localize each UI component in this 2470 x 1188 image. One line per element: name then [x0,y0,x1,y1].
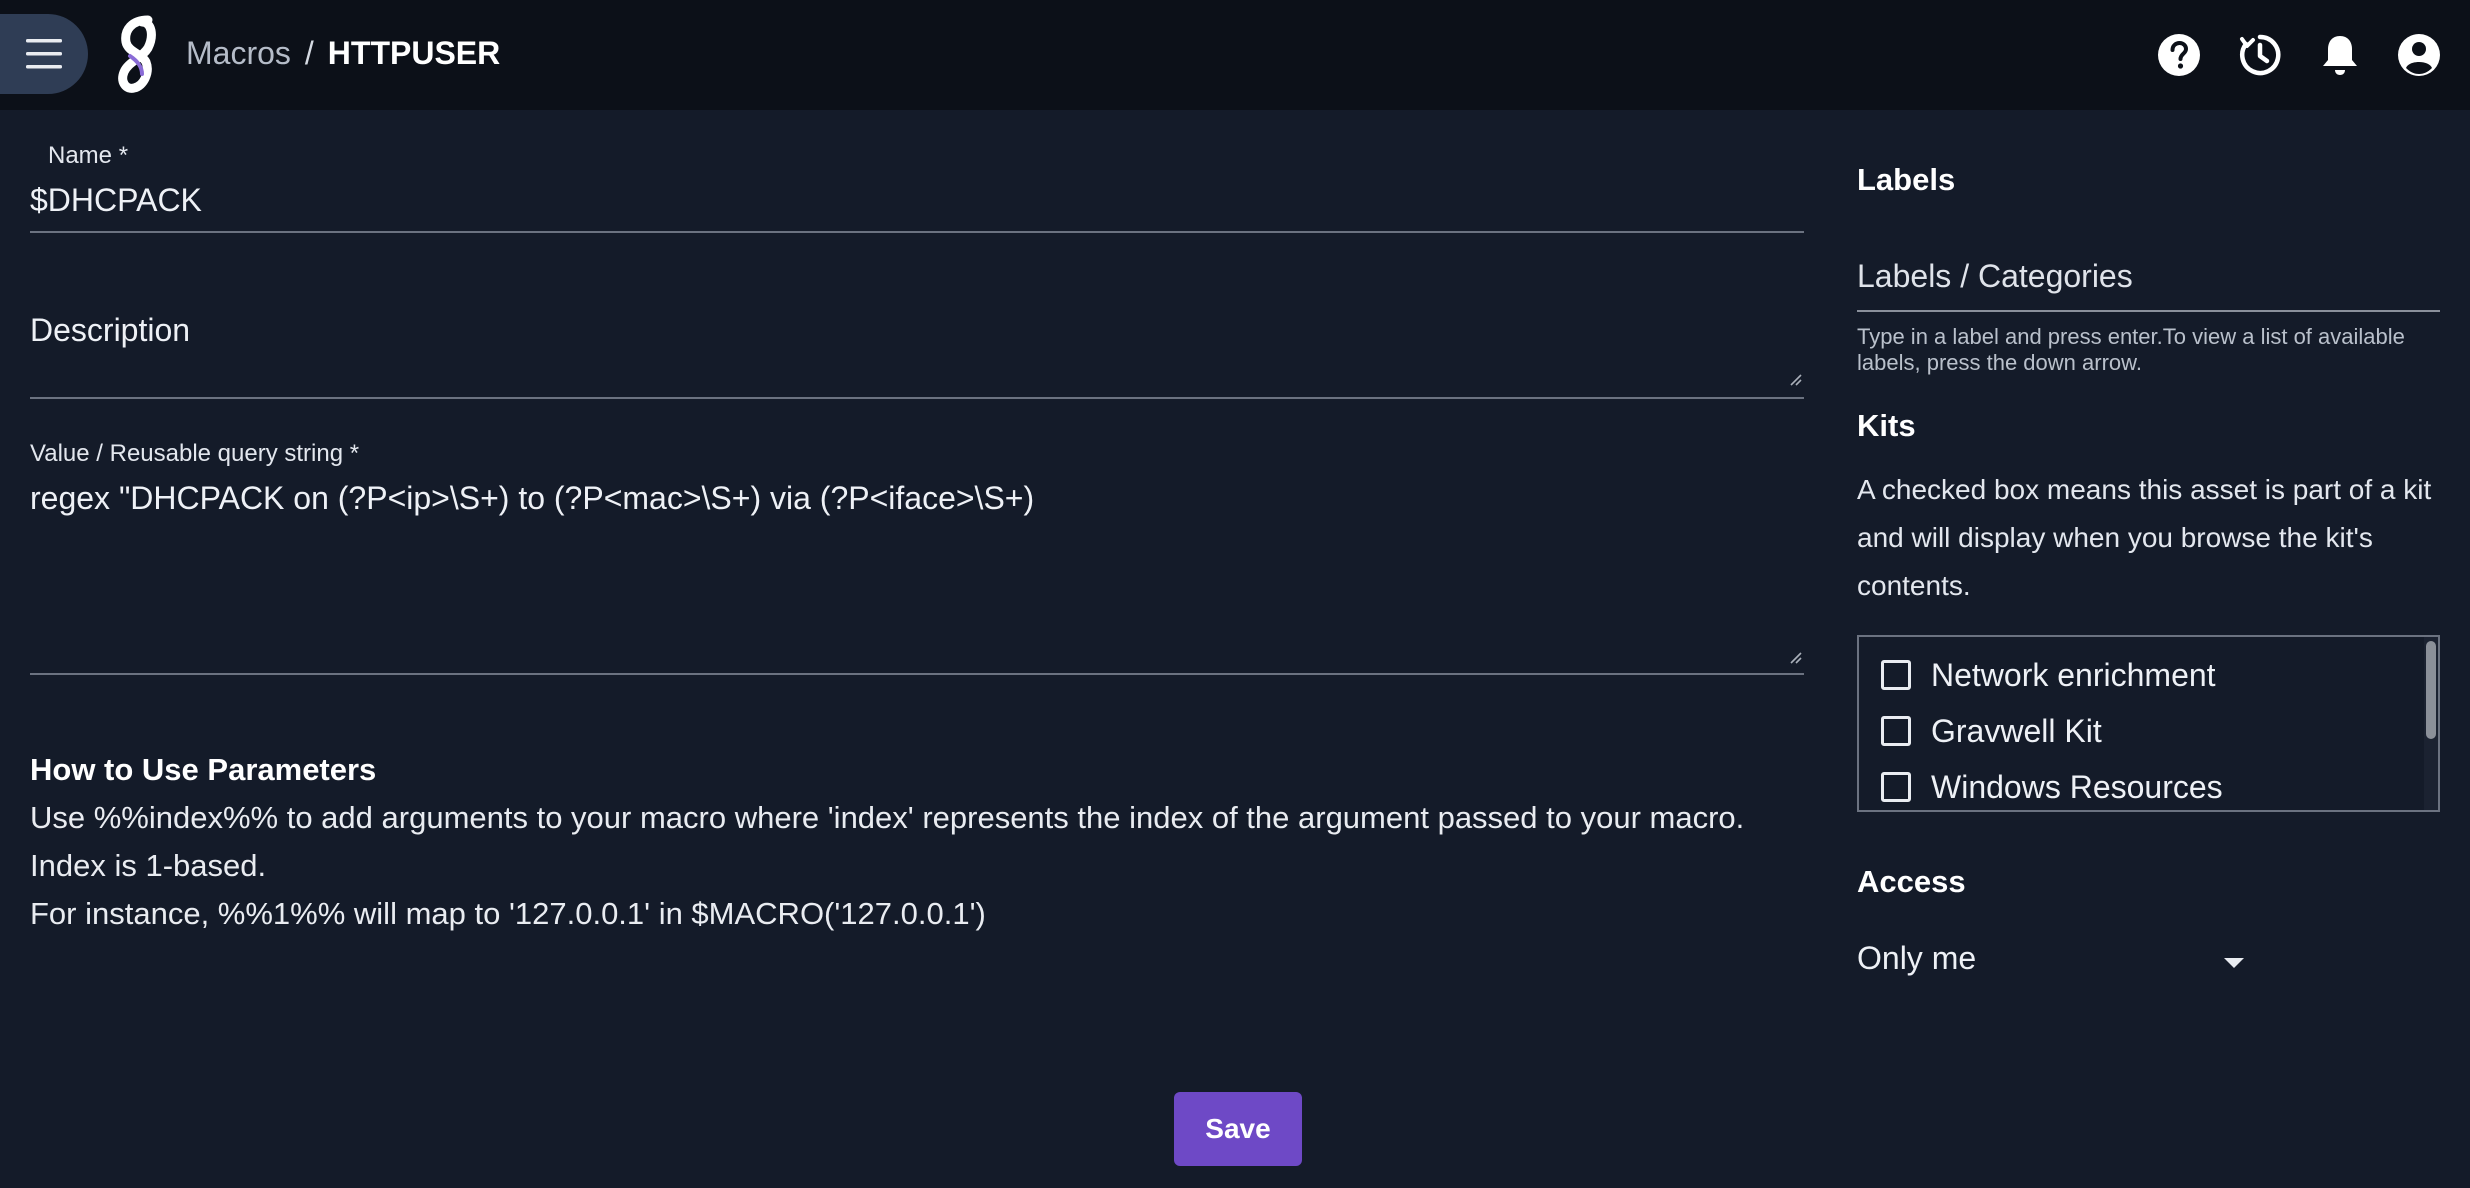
kit-item-label: Gravwell Kit [1931,712,2102,749]
access-section-title: Access [1857,864,1966,899]
checkbox[interactable] [1881,660,1911,690]
help-button[interactable] [2152,28,2206,82]
breadcrumb-macros-link[interactable]: Macros [186,35,291,71]
resize-handle-icon[interactable] [1788,372,1802,386]
account-button[interactable] [2392,28,2446,82]
access-select[interactable]: Only me [1857,940,2257,988]
history-icon [2240,34,2281,76]
parameters-help-line-2: Index is 1-based. [30,848,267,883]
kits-scrollbar[interactable] [2424,637,2438,810]
name-field-underline [30,231,1804,233]
breadcrumb-current: HTTPUSER [327,35,501,71]
labels-input-underline [1857,310,2440,312]
account-icon [2398,34,2440,76]
name-field[interactable]: Name * $DHCPACK [30,140,1804,234]
kit-item-windows-resources[interactable]: Windows Resources [1881,765,2223,809]
query-string-label: Value / Reusable query string * [30,440,360,467]
top-app-bar: Macros / HTTPUSER [0,0,2470,110]
parameters-help-line-3: For instance, %%1%% will map to '127.0.0… [30,896,986,931]
query-string-textarea[interactable]: regex "DHCPACK on (?P<ip>\S+) to (?P<mac… [30,480,1034,517]
name-field-label: Name * [48,142,129,169]
query-string-field[interactable]: Value / Reusable query string * regex "D… [30,440,1804,676]
hamburger-menu-icon [26,39,62,69]
kits-description: A checked box means this asset is part o… [1857,474,2432,601]
breadcrumb-separator: / [304,35,314,71]
checkbox[interactable] [1881,772,1911,802]
parameters-help-line-1: Use %%index%% to add arguments to your m… [30,800,1745,835]
labels-section-title: Labels [1857,162,1956,197]
checkbox[interactable] [1881,716,1911,746]
help-icon [2158,34,2200,76]
description-field-underline [30,397,1804,399]
history-button[interactable] [2233,28,2287,82]
kit-item-network-enrichment[interactable]: Network enrichment [1881,653,2216,697]
notifications-button[interactable] [2313,28,2367,82]
kit-item-label: Windows Resources [1931,768,2223,805]
labels-helper-text: Type in a label and press enter.To view … [1857,324,2405,375]
name-input[interactable]: $DHCPACK [30,182,202,219]
hamburger-menu-button[interactable] [0,14,88,94]
kit-item-gravwell-kit[interactable]: Gravwell Kit [1881,709,2102,753]
description-textarea[interactable]: Description [30,312,190,349]
description-field[interactable]: Description [30,306,1804,400]
notifications-bell-icon [2323,36,2357,75]
kits-list[interactable]: Network enrichment Gravwell Kit Windows … [1857,635,2440,812]
labels-input[interactable]: Labels / Categories [1857,258,2440,314]
gravwell-logo-icon[interactable] [112,14,166,96]
kits-section-title: Kits [1857,408,1916,443]
dropdown-arrow-icon [2224,958,2244,968]
kits-scrollbar-thumb[interactable] [2426,641,2436,739]
resize-handle-icon[interactable] [1788,650,1802,664]
labels-input-placeholder: Labels / Categories [1857,258,2133,294]
parameters-help-title: How to Use Parameters [30,752,377,787]
access-selected-value: Only me [1857,940,1977,976]
breadcrumb: Macros / HTTPUSER [186,32,500,74]
kit-item-label: Network enrichment [1931,656,2216,693]
query-string-underline [30,673,1804,675]
save-button[interactable]: Save [1174,1092,1302,1166]
